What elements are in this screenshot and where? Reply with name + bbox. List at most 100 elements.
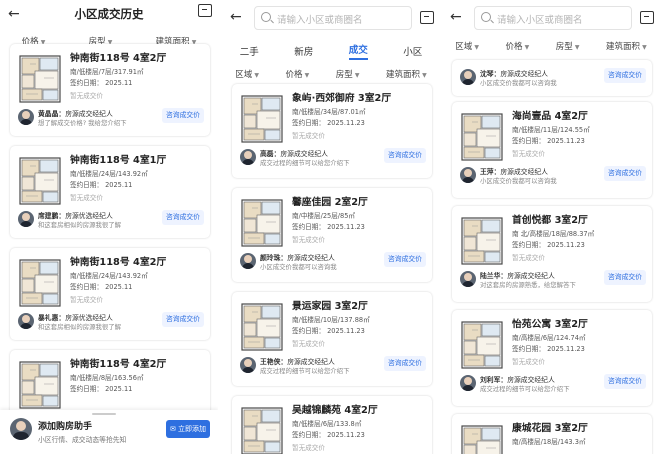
tab-new-home[interactable]: 新房 (294, 44, 313, 58)
transaction-card[interactable]: 海尚壹品 4室2厅 南/低楼层/11层/124.55㎡ 签约日期： 2025.1… (452, 102, 652, 198)
caret-down-icon: ▼ (354, 72, 360, 79)
agent-row: 高磊：房源成交经纪人 成交过程的细节可以给您介绍下 咨询成交价 (240, 146, 426, 172)
avatar (18, 211, 34, 227)
consult-price-button[interactable]: 咨询成交价 (384, 148, 426, 163)
filter-layout[interactable]: 房型 ▼ (336, 68, 360, 80)
agent-name-text: 刘利军： (480, 376, 508, 384)
filter-label: 建筑面积 (606, 42, 641, 52)
search-input[interactable]: 请输入小区或商圈名 (474, 6, 632, 30)
deal-price: 暂无成交价 (292, 340, 325, 348)
floor-plan-image (461, 425, 503, 454)
listing-title: 钟南街118号 4室2厅 (70, 257, 167, 268)
listing-meta: 南/低楼层/24层/143.92㎡ (70, 272, 148, 280)
transaction-card[interactable]: 首创悦都 3室2厅 南 北/高楼层/18层/88.37㎡ 签约日期： 2025.… (452, 206, 652, 302)
category-tabs: 二手 新房 成交 小区 (222, 40, 440, 62)
deal-price: 暂无成交价 (292, 444, 325, 452)
transaction-card[interactable]: 象屿·西郊御府 3室2厅 南/低楼层/34层/87.01㎡ 签约日期： 2025… (232, 84, 432, 178)
listing-meta: 南/低楼层/11层/124.55㎡ (512, 126, 590, 134)
deal-price: 暂无成交价 (512, 358, 545, 366)
filter-price[interactable]: 价格 ▼ (506, 40, 530, 52)
consult-price-button[interactable]: 咨询成交价 (162, 312, 204, 327)
agent-message: 小区成交价我都可以咨询我 (260, 263, 337, 271)
tab-deals[interactable]: 成交 (348, 42, 368, 60)
filter-area[interactable]: 建筑面积 ▼ (606, 40, 647, 52)
agent-row: 席建鹏：房源优选经纪人 和这套房相似的房源我很了解 咨询成交价 (18, 208, 204, 234)
filter-area[interactable]: 建筑面积 ▼ (386, 68, 427, 80)
agent-role: 房源成交经纪人 (507, 376, 555, 384)
tab-second-hand[interactable]: 二手 (240, 44, 259, 58)
consult-price-button[interactable]: 咨询成交价 (384, 356, 426, 371)
consult-price-button[interactable]: 咨询成交价 (604, 374, 646, 389)
listing-title: 馨座佳园 2室2厅 (292, 197, 368, 208)
agent-message: 小区成交价我都可以咨询我 (480, 177, 557, 185)
transaction-card[interactable]: 馨座佳园 2室2厅 南/中楼层/25层/85㎡ 签约日期： 2025.11.23… (232, 188, 432, 282)
message-icon[interactable] (420, 11, 434, 24)
transaction-card[interactable]: 吴越锦麟苑 4室2厅 南/低楼层/6层/133.8㎡ 签约日期： 2025.11… (232, 396, 432, 454)
caret-down-icon: ▼ (304, 72, 310, 79)
listing-meta: 南 北/高楼层/18层/88.37㎡ (512, 230, 595, 238)
search-input[interactable]: 请输入小区或商圈名 (254, 6, 412, 30)
filter-region[interactable]: 区域 ▼ (235, 68, 259, 80)
consult-price-button[interactable]: 咨询成交价 (604, 166, 646, 181)
consult-price-button[interactable]: 咨询成交价 (162, 108, 204, 123)
filter-label: 价格 (285, 70, 303, 80)
transaction-card[interactable]: 钟南街118号 4室1厅 南/低楼层/24层/143.92㎡ 签约日期： 202… (10, 146, 210, 238)
filter-region[interactable]: 区域 ▼ (455, 40, 479, 52)
listing-title: 钟南街118号 4室2厅 (70, 359, 167, 370)
avatar (460, 375, 476, 391)
agent-row: 暴礼惠：房源优选经纪人 和这套房相似的房源我很了解 咨询成交价 (18, 310, 204, 336)
floor-plan-image (461, 113, 503, 161)
back-arrow-icon[interactable]: ← (450, 9, 462, 25)
floor-plan-image (19, 259, 61, 307)
top-bar: ← 请输入小区或商圈名 (442, 0, 660, 36)
agent-row: 王艳侠：房源成交经纪人 成交过程的细节可以给您介绍下 咨询成交价 (240, 354, 426, 380)
message-icon[interactable] (640, 11, 654, 24)
floor-plan-image (461, 217, 503, 265)
add-now-button[interactable]: ✉ 立即添加 (166, 420, 210, 438)
sign-date: 签约日期： 2025.11 (70, 385, 133, 393)
top-bar: ← 小区成交历史 (0, 0, 218, 32)
avatar (240, 357, 256, 373)
transaction-card[interactable]: 康城花园 3室2厅 南/高楼层/18层/143.3㎡ (452, 414, 652, 454)
filter-label: 房型 (335, 70, 353, 80)
transaction-card[interactable]: 钟南街118号 4室2厅 南/低楼层/24层/143.92㎡ 签约日期： 202… (10, 248, 210, 340)
message-icon[interactable] (198, 4, 212, 17)
listing-title: 怡苑公寓 3室2厅 (512, 319, 588, 330)
listing-title: 首创悦都 3室2厅 (512, 215, 588, 226)
avatar (240, 149, 256, 165)
consult-price-button[interactable]: 咨询成交价 (162, 210, 204, 225)
listing-title: 景运家园 3室2厅 (292, 301, 368, 312)
agent-row: 黄晶晶：房源成交经纪人 想了解成交价格? 我给您介绍下 咨询成交价 (18, 106, 204, 132)
consult-price-button[interactable]: 咨询成交价 (604, 270, 646, 285)
floor-plan-image (19, 55, 61, 103)
transaction-card[interactable]: 钟南街118号 4室2厅 南/低楼层/7层/317.91㎡ 签约日期： 2025… (10, 44, 210, 136)
deal-price: 暂无成交价 (512, 254, 545, 262)
filter-label: 区域 (455, 42, 473, 52)
chat-icon: ✉ (169, 425, 176, 433)
sign-date: 签约日期： 2025.11.23 (292, 431, 365, 439)
tab-community[interactable]: 小区 (403, 44, 422, 58)
caret-down-icon: ▼ (422, 72, 427, 79)
transaction-card[interactable]: 怡苑公寓 3室2厅 南/高楼层/6层/124.74㎡ 签约日期： 2025.11… (452, 310, 652, 406)
banner-title: 添加购房助手 (38, 422, 93, 432)
listing-title: 吴越锦麟苑 4室2厅 (292, 405, 378, 416)
caret-down-icon: ▼ (254, 72, 259, 79)
consult-price-button[interactable]: 咨询成交价 (604, 68, 646, 83)
transaction-card[interactable]: 景运家园 3室2厅 南/低楼层/10层/137.88㎡ 签约日期： 2025.1… (232, 292, 432, 386)
avatar (10, 418, 32, 440)
agent-message: 成交过程的细节可以给您介绍下 (260, 159, 350, 167)
filter-label: 区域 (235, 70, 253, 80)
consult-price-button[interactable]: 咨询成交价 (384, 252, 426, 267)
add-now-label: 立即添加 (178, 425, 207, 433)
back-arrow-icon[interactable]: ← (230, 9, 242, 25)
sign-date: 签约日期： 2025.11.23 (292, 327, 365, 335)
filter-price[interactable]: 价格 ▼ (286, 68, 310, 80)
agent-role: 房源成交经纪人 (287, 358, 335, 366)
search-icon (481, 12, 491, 22)
filter-layout[interactable]: 房型 ▼ (556, 40, 580, 52)
agent-role: 房源成交经纪人 (280, 150, 328, 158)
agent-role: 房源成交经纪人 (65, 110, 113, 118)
transaction-card-partial[interactable]: 沈琴：房源成交经纪人 小区成交价我都可以咨询我 咨询成交价 (452, 60, 652, 96)
caret-down-icon: ▼ (574, 44, 580, 51)
avatar (460, 69, 476, 85)
